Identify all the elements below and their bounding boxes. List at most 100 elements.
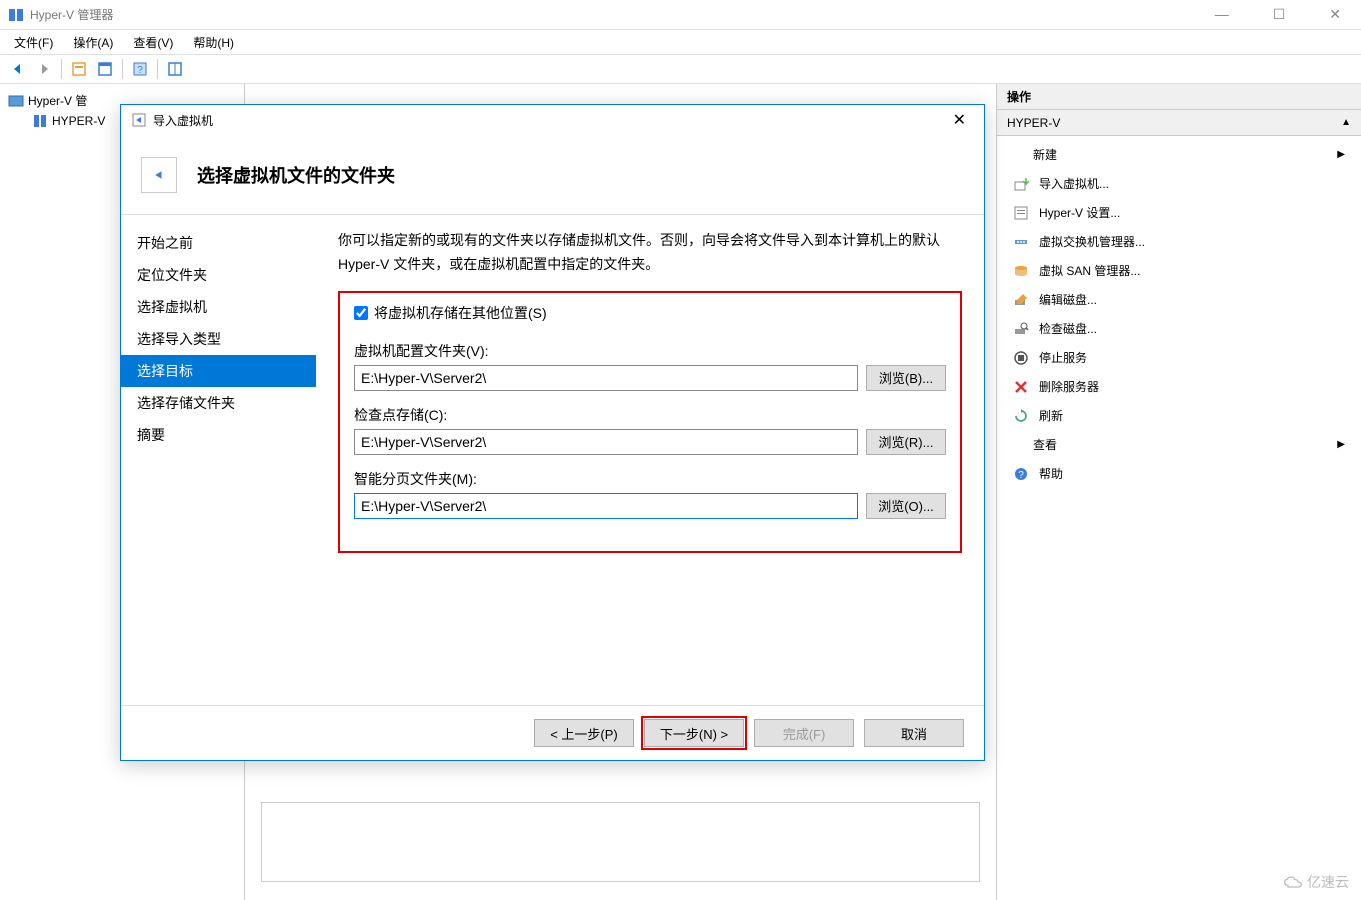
wizard-content: 你可以指定新的或现有的文件夹以存储虚拟机文件。否则，向导会将文件导入到本计算机上…: [316, 215, 984, 705]
delete-icon: [1013, 379, 1029, 395]
wizard-title: 导入虚拟机: [153, 112, 213, 129]
nav-importtype[interactable]: 选择导入类型: [121, 323, 316, 355]
actions-section-label: HYPER-V: [1007, 116, 1060, 130]
chevron-right-icon: ▶: [1337, 439, 1345, 450]
wizard-close-button[interactable]: ✕: [945, 108, 974, 132]
tree-server-label: HYPER-V: [52, 114, 105, 128]
wizard-footer: < 上一步(P) 下一步(N) > 完成(F) 取消: [121, 705, 984, 760]
actions-section[interactable]: HYPER-V ▲: [997, 110, 1361, 136]
action-settings[interactable]: Hyper-V 设置...: [997, 198, 1361, 227]
action-view-label: 查看: [1033, 436, 1057, 453]
action-removeserver-label: 删除服务器: [1039, 378, 1099, 395]
wizard-header-title: 选择虚拟机文件的文件夹: [197, 162, 395, 188]
menu-file[interactable]: 文件(F): [4, 30, 63, 55]
tree-root-label: Hyper-V 管: [28, 92, 87, 109]
action-stopservice-label: 停止服务: [1039, 349, 1087, 366]
show-hide-icon[interactable]: [67, 57, 91, 81]
nav-summary[interactable]: 摘要: [121, 419, 316, 451]
import-icon: [1013, 176, 1029, 192]
svg-text:?: ?: [1018, 470, 1024, 481]
paging-row: 浏览(O)...: [354, 493, 946, 519]
wizard-nav: 开始之前 定位文件夹 选择虚拟机 选择导入类型 选择目标 选择存储文件夹 摘要: [121, 215, 316, 705]
action-vswitch-label: 虚拟交换机管理器...: [1039, 233, 1145, 250]
checkpoint-label: 检查点存储(C):: [354, 405, 946, 425]
highlighted-options: 将虚拟机存储在其他位置(S) 虚拟机配置文件夹(V): 浏览(B)... 检查点…: [338, 291, 962, 553]
action-new-label: 新建: [1033, 146, 1057, 163]
maximize-button[interactable]: ☐: [1261, 2, 1298, 27]
nav-storage[interactable]: 选择存储文件夹: [121, 387, 316, 419]
action-refresh[interactable]: 刷新: [997, 401, 1361, 430]
checkpoint-input[interactable]: [354, 429, 858, 455]
back-icon[interactable]: [6, 57, 30, 81]
action-checkdisk[interactable]: 检查磁盘...: [997, 314, 1361, 343]
detail-pane: [261, 802, 980, 882]
window-controls: — ☐ ✕: [1203, 2, 1353, 27]
menu-help[interactable]: 帮助(H): [183, 30, 244, 55]
paging-input[interactable]: [354, 493, 858, 519]
browse-checkpoint-button[interactable]: 浏览(R)...: [866, 429, 946, 455]
server-icon: [32, 113, 48, 129]
wizard-header-icon: [141, 157, 177, 193]
watermark: 亿速云: [1283, 872, 1349, 892]
nav-before[interactable]: 开始之前: [121, 227, 316, 259]
browse-paging-button[interactable]: 浏览(O)...: [866, 493, 946, 519]
action-vswitch[interactable]: 虚拟交换机管理器...: [997, 227, 1361, 256]
prev-button[interactable]: < 上一步(P): [534, 719, 634, 747]
hyperv-app-icon: [8, 7, 24, 23]
nav-locate[interactable]: 定位文件夹: [121, 259, 316, 291]
action-editdisk-label: 编辑磁盘...: [1039, 291, 1097, 308]
store-elsewhere-row: 将虚拟机存储在其他位置(S): [354, 303, 946, 323]
action-refresh-label: 刷新: [1039, 407, 1063, 424]
refresh-icon: [1013, 408, 1029, 424]
editdisk-icon: [1013, 292, 1029, 308]
browse-config-button[interactable]: 浏览(B)...: [866, 365, 946, 391]
forward-icon[interactable]: [32, 57, 56, 81]
minimize-button[interactable]: —: [1203, 2, 1241, 27]
action-removeserver[interactable]: 删除服务器: [997, 372, 1361, 401]
servers-icon[interactable]: [163, 57, 187, 81]
toolbar-separator: [122, 59, 123, 79]
cancel-button[interactable]: 取消: [864, 719, 964, 747]
vswitch-icon: [1013, 234, 1029, 250]
actions-panel: 操作 HYPER-V ▲ 新建 ▶ 导入虚拟机... Hyper-V 设置...…: [996, 84, 1361, 900]
checkpoint-row: 浏览(R)...: [354, 429, 946, 455]
wizard-description: 你可以指定新的或现有的文件夹以存储虚拟机文件。否则，向导会将文件导入到本计算机上…: [338, 229, 962, 277]
close-button[interactable]: ✕: [1317, 2, 1353, 27]
action-editdisk[interactable]: 编辑磁盘...: [997, 285, 1361, 314]
svg-text:?: ?: [137, 65, 143, 76]
help-icon[interactable]: ?: [128, 57, 152, 81]
stop-icon: [1013, 350, 1029, 366]
nav-selectvm[interactable]: 选择虚拟机: [121, 291, 316, 323]
watermark-text: 亿速云: [1307, 872, 1349, 892]
next-button[interactable]: 下一步(N) >: [644, 719, 744, 747]
actions-header: 操作: [997, 84, 1361, 110]
help-icon: ?: [1013, 466, 1029, 482]
action-view[interactable]: 查看 ▶: [997, 430, 1361, 459]
menu-action[interactable]: 操作(A): [63, 30, 123, 55]
menubar: 文件(F) 操作(A) 查看(V) 帮助(H): [0, 30, 1361, 54]
config-folder-label: 虚拟机配置文件夹(V):: [354, 341, 946, 361]
action-new[interactable]: 新建 ▶: [997, 140, 1361, 169]
main-titlebar: Hyper-V 管理器 — ☐ ✕: [0, 0, 1361, 30]
wizard-titlebar: 导入虚拟机 ✕: [121, 105, 984, 135]
action-help-label: 帮助: [1039, 465, 1063, 482]
config-folder-row: 浏览(B)...: [354, 365, 946, 391]
import-wizard-dialog: 导入虚拟机 ✕ 选择虚拟机文件的文件夹 开始之前 定位文件夹 选择虚拟机 选择导…: [120, 104, 985, 761]
nav-target[interactable]: 选择目标: [121, 355, 316, 387]
store-elsewhere-label[interactable]: 将虚拟机存储在其他位置(S): [374, 303, 547, 323]
toolbar-separator: [157, 59, 158, 79]
action-vsan[interactable]: 虚拟 SAN 管理器...: [997, 256, 1361, 285]
action-import[interactable]: 导入虚拟机...: [997, 169, 1361, 198]
wizard-icon: [131, 112, 147, 128]
menu-view[interactable]: 查看(V): [123, 30, 183, 55]
action-vsan-label: 虚拟 SAN 管理器...: [1039, 262, 1140, 279]
action-stopservice[interactable]: 停止服务: [997, 343, 1361, 372]
properties-icon[interactable]: [93, 57, 117, 81]
config-folder-input[interactable]: [354, 365, 858, 391]
wizard-body: 开始之前 定位文件夹 选择虚拟机 选择导入类型 选择目标 选择存储文件夹 摘要 …: [121, 215, 984, 705]
app-title: Hyper-V 管理器: [30, 6, 113, 23]
action-help[interactable]: ? 帮助: [997, 459, 1361, 488]
action-list: 新建 ▶ 导入虚拟机... Hyper-V 设置... 虚拟交换机管理器... …: [997, 136, 1361, 492]
store-elsewhere-checkbox[interactable]: [354, 306, 368, 320]
action-checkdisk-label: 检查磁盘...: [1039, 320, 1097, 337]
